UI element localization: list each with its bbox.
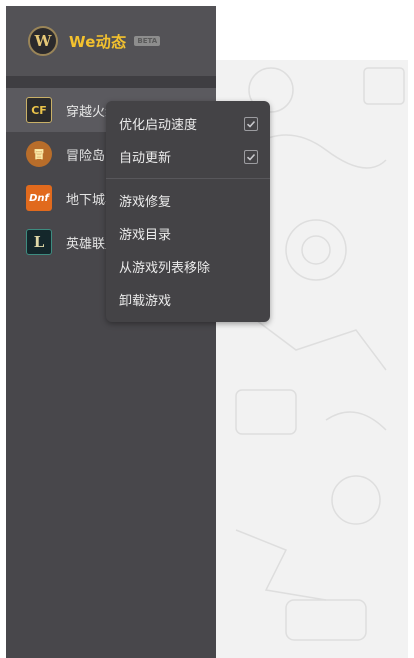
- beta-badge: BETA: [134, 36, 161, 46]
- menu-item-repair-game[interactable]: 游戏修复: [106, 184, 270, 217]
- menu-item-auto-update[interactable]: 自动更新: [106, 140, 270, 173]
- checkmark-icon: [246, 120, 256, 128]
- menu-item-label: 从游戏列表移除: [119, 261, 211, 276]
- maplestory-icon: 冒: [26, 141, 52, 167]
- menu-item-uninstall-game[interactable]: 卸载游戏: [106, 283, 270, 316]
- dnf-icon: Dnf: [26, 185, 52, 211]
- lol-icon: L: [26, 229, 52, 255]
- optimize-launch-checkbox[interactable]: [244, 116, 258, 131]
- app-header: W We动态 BETA: [6, 6, 216, 76]
- menu-item-optimize-launch[interactable]: 优化启动速度: [106, 107, 270, 140]
- menu-item-game-directory[interactable]: 游戏目录: [106, 217, 270, 250]
- menu-item-remove-from-list[interactable]: 从游戏列表移除: [106, 250, 270, 283]
- context-menu: 优化启动速度 自动更新 游戏修复 游戏目录 从游戏列表移除 卸载游戏: [106, 101, 270, 322]
- menu-separator: [106, 178, 270, 179]
- we-logo-icon[interactable]: W: [28, 26, 58, 56]
- app-title: We动态: [69, 32, 127, 51]
- checkmark-icon: [246, 153, 256, 161]
- menu-item-label: 卸载游戏: [119, 294, 172, 309]
- menu-item-label: 游戏修复: [119, 195, 172, 210]
- menu-item-label: 自动更新: [119, 151, 172, 166]
- menu-item-label: 优化启动速度: [119, 118, 198, 133]
- crossfire-icon: CF: [26, 97, 52, 123]
- auto-update-checkbox[interactable]: [244, 149, 258, 164]
- header-divider: [6, 76, 216, 88]
- menu-item-label: 游戏目录: [119, 228, 172, 243]
